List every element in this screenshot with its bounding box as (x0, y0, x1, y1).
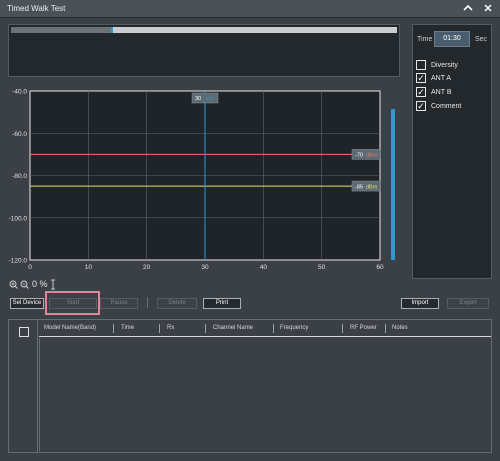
time-label: Time (417, 36, 433, 43)
column-header-rf-power[interactable]: RF Power (350, 325, 377, 331)
x-tick-label: 10 (85, 264, 93, 271)
options-panel: Time 01:30 Sec Diversity ✓ ANT A ✓ ANT B… (412, 24, 492, 279)
title-bar: Timed Walk Test (0, 0, 500, 18)
close-icon[interactable] (482, 2, 494, 14)
x-tick-label: 40 (260, 264, 268, 271)
zoom-out-icon[interactable] (20, 280, 29, 289)
column-header-time[interactable]: Time (121, 325, 134, 331)
zoom-in-icon[interactable] (9, 280, 18, 289)
series-unit-label: dBm (366, 184, 378, 190)
delete-button[interactable]: Delete (157, 298, 197, 309)
y-tick-label: -60.0 (12, 131, 27, 138)
pause-button[interactable]: Pause (100, 298, 138, 309)
x-tick-label: 30 (201, 264, 209, 271)
zoom-reset-icon[interactable] (50, 279, 56, 290)
chart-scrollbar[interactable] (391, 109, 395, 260)
series-value-label: -70 (355, 153, 363, 159)
column-header-model[interactable]: Model Name(Band) (44, 325, 96, 331)
comment-checkbox[interactable]: ✓ (416, 101, 426, 111)
sel-device-button[interactable]: Sel Device (10, 298, 44, 309)
diversity-checkbox[interactable] (416, 60, 426, 70)
ant-a-checkbox[interactable]: ✓ (416, 73, 426, 83)
x-tick-label: 50 (318, 264, 326, 271)
column-separator[interactable] (113, 324, 114, 333)
x-tick-label: 20 (143, 264, 151, 271)
x-tick-label: 60 (376, 264, 384, 271)
cursor-unit-label: sec (206, 96, 215, 102)
comment-label: Comment (431, 103, 462, 110)
results-table: Model Name(Band) Time Rx Channel Name Fr… (8, 319, 492, 453)
ant-b-checkbox[interactable]: ✓ (416, 87, 426, 97)
ant-b-label: ANT B (431, 89, 452, 96)
series-value-label: -85 (355, 184, 363, 190)
diversity-label: Diversity (431, 62, 458, 69)
table-body: Model Name(Band) Time Rx Channel Name Fr… (39, 320, 491, 452)
cursor-value-label: 30 (195, 96, 201, 102)
table-rows-area (39, 338, 491, 451)
window-title: Timed Walk Test (7, 4, 66, 13)
x-tick-label: 0 (28, 264, 32, 271)
header-divider (39, 336, 491, 337)
top-panel (8, 24, 400, 77)
rf-chart: -40.0 -60.0 -80.0 -100.0 -120.0 0 10 20 30 40 50 60… (8, 80, 400, 280)
ant-a-label: ANT A (431, 75, 452, 82)
progress-fill (11, 27, 114, 33)
column-header-rx[interactable]: Rx (167, 325, 174, 331)
column-separator[interactable] (342, 324, 343, 333)
y-tick-label: -80.0 (12, 173, 27, 180)
chart-svg: -40.0 -60.0 -80.0 -100.0 -120.00 10 20 30 40 50 60… (8, 80, 400, 280)
toolbar-separator (147, 297, 148, 308)
chevron-up-icon[interactable] (462, 2, 474, 14)
series-unit-label: dBm (366, 153, 378, 159)
zoom-percent: 0 % (32, 279, 48, 289)
column-separator[interactable] (205, 324, 206, 333)
start-button[interactable]: Start (49, 298, 97, 309)
column-header-frequency[interactable]: Frequency (280, 325, 308, 331)
time-input[interactable]: 01:30 (434, 31, 470, 47)
time-unit-label: Sec (475, 36, 488, 43)
select-all-checkbox[interactable] (19, 327, 29, 337)
import-button[interactable]: Import (401, 298, 439, 309)
y-tick-label: -100.0 (9, 215, 28, 222)
column-header-channel[interactable]: Channel Name (213, 325, 253, 331)
column-separator[interactable] (385, 324, 386, 333)
y-tick-label: -40.0 (12, 89, 27, 96)
column-header-notes[interactable]: Notes (392, 325, 408, 331)
y-tick-label: -120.0 (9, 258, 28, 265)
print-button[interactable]: Print (203, 298, 241, 309)
table-select-column (9, 320, 38, 452)
column-separator[interactable] (273, 324, 274, 333)
progress-bar (11, 27, 397, 33)
export-button[interactable]: Export (447, 298, 489, 309)
column-separator[interactable] (159, 324, 160, 333)
